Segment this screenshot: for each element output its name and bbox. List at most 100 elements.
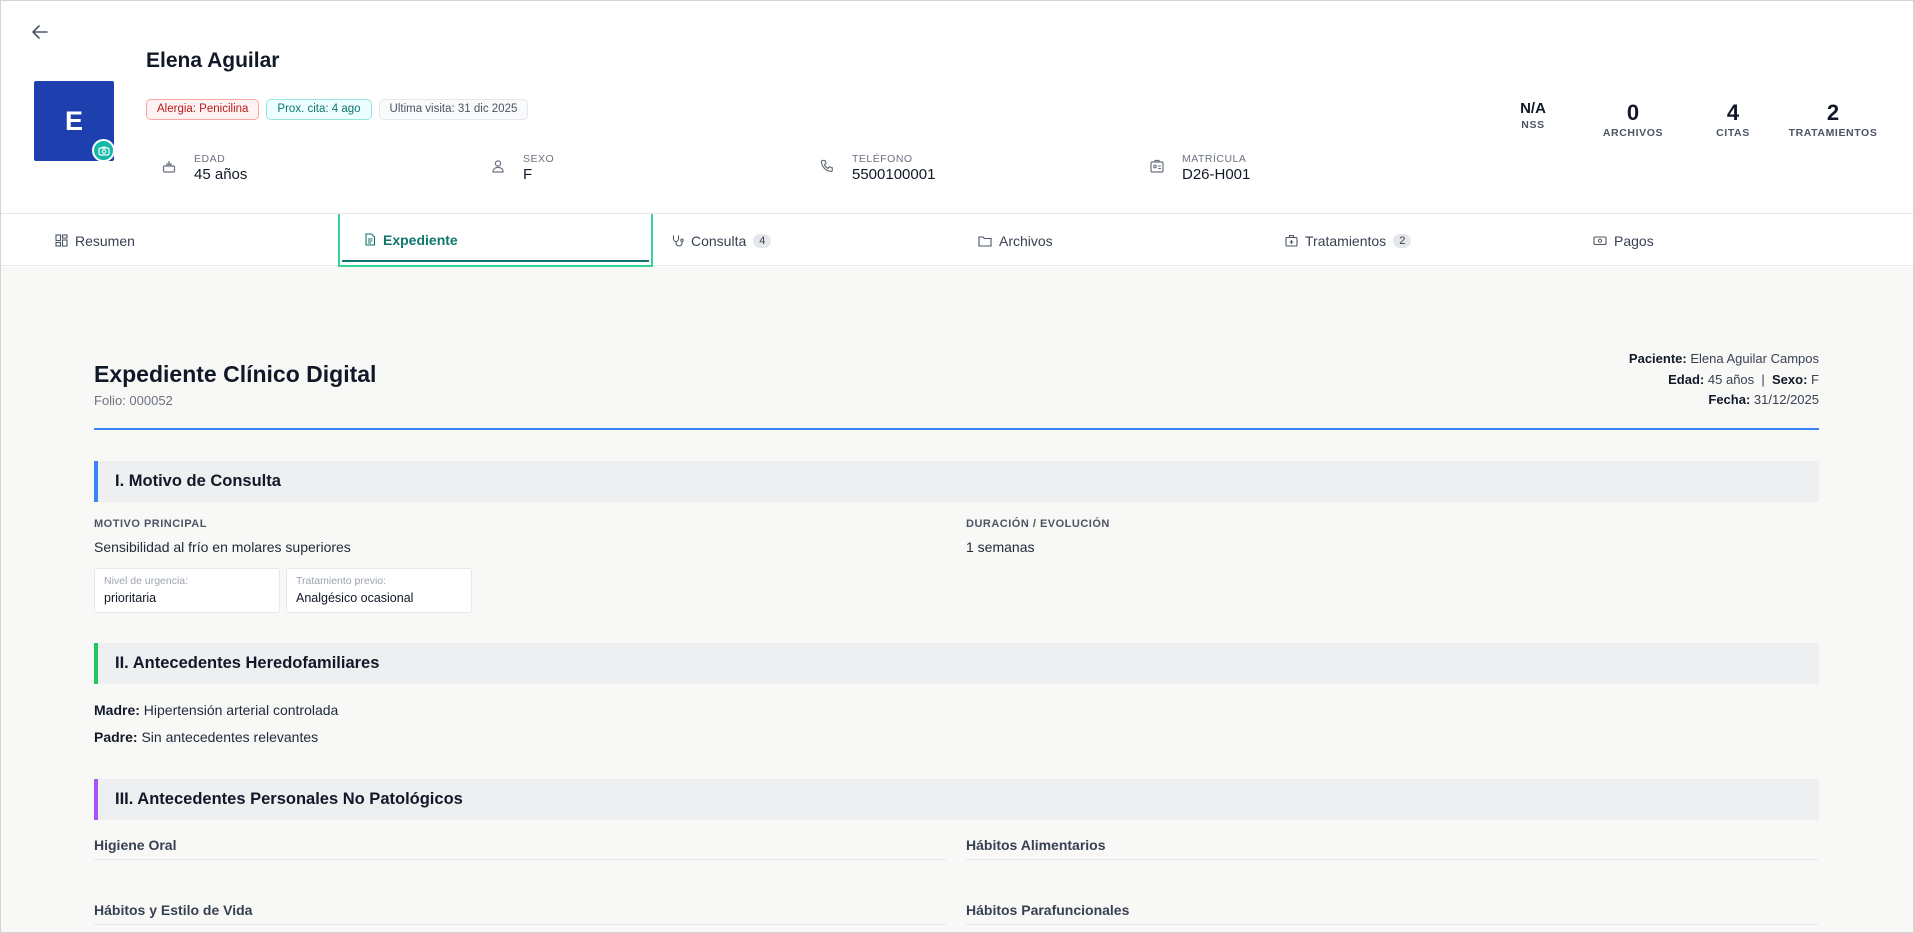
info-matricula: MATRÍCULA D26-H001 <box>1149 153 1429 187</box>
motivo-value: Sensibilidad al frío en molares superior… <box>94 539 351 555</box>
document-icon <box>365 233 376 246</box>
tab-label: Consulta <box>691 232 747 249</box>
info-label: MATRÍCULA <box>1182 153 1247 165</box>
cake-icon <box>162 161 176 173</box>
meta-value: F <box>1811 371 1819 387</box>
dashboard-icon <box>55 234 68 247</box>
cash-icon <box>1593 236 1607 246</box>
stat-value: 2 <box>1826 100 1840 125</box>
meta-edad-sexo: Edad: 45 años | Sexo: F <box>1629 370 1819 391</box>
meta-separator: | <box>1761 371 1765 387</box>
stat-nss: N/A NSS <box>1513 100 1553 131</box>
info-phone: TELÉFONO 5500100001 <box>819 153 1099 187</box>
info-value: 45 años <box>194 166 248 183</box>
urgencia-value: prioritaria <box>104 591 157 605</box>
avatar-initial: E <box>64 105 83 136</box>
stat-label: ARCHIVOS <box>1602 127 1664 139</box>
subsection-habitos-alimentarios: Hábitos Alimentarios <box>966 837 1818 860</box>
tab-pagos[interactable]: Pagos <box>1571 214 1879 267</box>
patient-header: Elena Aguilar E Alergia: Penicilina Prox… <box>1 1 1913 213</box>
info-label: SEXO <box>523 153 555 165</box>
patient-name: Elena Aguilar <box>146 49 280 72</box>
stat-tratamientos: 2 TRATAMIENTOS <box>1787 100 1879 139</box>
padre-label: Padre: <box>94 729 138 745</box>
stethoscope-icon <box>672 235 684 247</box>
change-photo-button[interactable] <box>92 139 115 162</box>
tab-resumen[interactable]: Resumen <box>33 214 341 267</box>
meta-label: Sexo: <box>1772 371 1808 387</box>
duracion-value: 1 semanas <box>966 539 1035 555</box>
tab-expediente[interactable]: Expediente <box>338 214 653 267</box>
phone-icon <box>820 159 833 173</box>
arrow-left-icon <box>32 25 48 39</box>
tab-label: Archivos <box>999 232 1053 249</box>
tab-archivos[interactable]: Archivos <box>956 214 1264 267</box>
subsection-higiene-oral: Higiene Oral <box>94 837 946 860</box>
tab-tratamientos[interactable]: Tratamientos 2 <box>1263 214 1571 267</box>
stat-label: CITAS <box>1716 127 1750 139</box>
meta-value: 45 años <box>1707 371 1755 387</box>
info-age: EDAD 45 años <box>161 153 441 187</box>
allergy-badge: Alergia: Penicilina <box>146 99 260 120</box>
section-no-patologicos: III. Antecedentes Personales No Patológi… <box>94 779 1819 820</box>
last-visit-badge: Ultima visita: 31 dic 2025 <box>378 99 529 120</box>
antecedente-padre: Padre: Sin antecedentes relevantes <box>94 729 318 745</box>
meta-label: Paciente: <box>1628 351 1687 366</box>
tratamiento-previo-box: Tratamiento previo: Analgésico ocasional <box>286 568 472 613</box>
antecedente-madre: Madre: Hipertensión arterial controlada <box>94 702 338 718</box>
tab-label: Resumen <box>75 232 135 249</box>
tab-count-badge: 2 <box>1393 233 1412 248</box>
info-value: F <box>523 166 533 183</box>
urgencia-label: Nivel de urgencia: <box>104 575 189 587</box>
padre-value: Sin antecedentes relevantes <box>141 729 319 745</box>
app-window: Elena Aguilar E Alergia: Penicilina Prox… <box>0 0 1914 933</box>
meta-value: Elena Aguilar Campos <box>1690 351 1819 366</box>
tab-label: Expediente <box>383 231 458 248</box>
stat-citas: 4 CITAS <box>1698 100 1768 139</box>
stat-label: NSS <box>1521 119 1545 131</box>
stat-archivos: 0 ARCHIVOS <box>1598 100 1668 139</box>
medical-box-icon <box>1285 234 1298 247</box>
tab-label: Tratamientos <box>1305 232 1387 249</box>
madre-label: Madre: <box>94 702 140 718</box>
meta-label: Fecha: <box>1708 392 1751 407</box>
id-card-icon <box>1150 159 1164 173</box>
tab-label: Pagos <box>1614 232 1654 249</box>
stat-value: 4 <box>1726 100 1740 125</box>
subsection-parafuncionales: Hábitos Parafuncionales <box>966 902 1818 925</box>
meta-label: Edad: <box>1668 371 1705 387</box>
back-button[interactable] <box>27 19 53 45</box>
tab-count-badge: 4 <box>753 233 772 248</box>
header-divider <box>94 428 1819 430</box>
info-label: EDAD <box>194 153 226 165</box>
tab-consulta[interactable]: Consulta 4 <box>649 214 957 267</box>
madre-value: Hipertensión arterial controlada <box>143 702 339 718</box>
record-content: Expediente Clínico Digital Folio: 000052… <box>1 267 1913 932</box>
tratamiento-previo-value: Analgésico ocasional <box>296 591 414 605</box>
meta-value: 31/12/2025 <box>1753 392 1819 407</box>
folder-icon <box>978 235 992 247</box>
stat-label: TRATAMIENTOS <box>1788 127 1878 139</box>
duracion-label: DURACIÓN / EVOLUCIÓN <box>966 518 1110 530</box>
info-sex: SEXO F <box>490 153 770 187</box>
urgencia-box: Nivel de urgencia: prioritaria <box>94 568 280 613</box>
stat-value: 0 <box>1626 100 1640 125</box>
info-value: 5500100001 <box>852 166 936 183</box>
subsection-estilo-de-vida: Hábitos y Estilo de Vida <box>94 902 946 925</box>
user-icon <box>492 160 504 173</box>
record-meta: Paciente: Elena Aguilar Campos Edad: 45 … <box>1629 349 1819 411</box>
info-label: TELÉFONO <box>852 153 913 165</box>
section-heredofamiliares: II. Antecedentes Heredofamiliares <box>94 643 1819 684</box>
next-appointment-badge: Prox. cita: 4 ago <box>266 99 372 120</box>
camera-icon <box>97 146 110 156</box>
info-value: D26-H001 <box>1182 166 1251 183</box>
record-title: Expediente Clínico Digital <box>94 361 377 387</box>
meta-paciente: Paciente: Elena Aguilar Campos <box>1629 349 1819 370</box>
record-folio: Folio: 000052 <box>94 393 173 408</box>
stat-value: N/A <box>1520 100 1546 117</box>
alert-badges: Alergia: Penicilina Prox. cita: 4 ago Ul… <box>146 99 529 120</box>
tab-bar: Resumen Expediente Consulta 4 Archivos T… <box>1 213 1913 267</box>
tratamiento-previo-label: Tratamiento previo: <box>296 575 387 587</box>
section-motivo-consulta: I. Motivo de Consulta <box>94 461 1819 502</box>
meta-fecha: Fecha: 31/12/2025 <box>1629 390 1819 411</box>
